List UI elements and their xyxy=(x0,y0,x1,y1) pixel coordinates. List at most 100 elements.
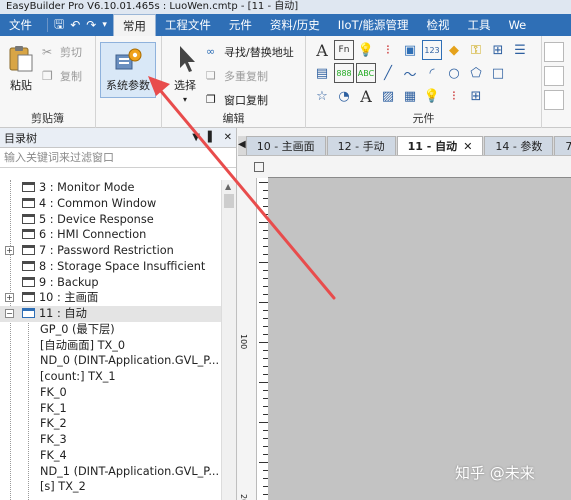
multi-copy-button[interactable]: ❏ 多重复制 xyxy=(206,68,268,84)
signal-icon[interactable]: ⁝ xyxy=(444,86,464,106)
tree-object-item[interactable]: FK_4 xyxy=(0,448,222,464)
list-icon[interactable]: ☰ xyxy=(510,40,530,60)
line-icon[interactable]: ╱ xyxy=(378,63,398,83)
menu-iiot[interactable]: IIoT/能源管理 xyxy=(329,14,418,36)
component-extra-icon-3[interactable] xyxy=(544,90,564,110)
key-icon[interactable]: ⚿ xyxy=(466,40,486,60)
tree-window-item[interactable]: 3 : Monitor Mode xyxy=(0,180,222,196)
arc-icon[interactable]: ◜ xyxy=(422,63,442,83)
find-replace-address-button[interactable]: ∞ 寻找/替换地址 xyxy=(206,44,294,60)
panel-pin-icon[interactable]: ▌ xyxy=(208,132,216,143)
tree-window-item[interactable]: 9 : Backup xyxy=(0,275,222,291)
tree-item-label: 7 : Password Restriction xyxy=(39,244,174,257)
tree-window-item[interactable]: 5 : Device Response xyxy=(0,212,222,228)
numeric-display-icon[interactable]: 888 xyxy=(334,63,354,83)
traffic-light-icon[interactable]: ⁝ xyxy=(378,40,398,60)
tree-object-item[interactable]: FK_0 xyxy=(0,385,222,401)
edit-group: 选择 ▾ ∞ 寻找/替换地址 ❏ 多重复制 ❐ 窗口复制 编辑 xyxy=(162,36,306,128)
expand-icon[interactable]: + xyxy=(5,246,14,255)
tree-window-item[interactable]: +10 : 主画面 xyxy=(0,290,222,306)
menu-objects[interactable]: 元件 xyxy=(220,14,261,36)
undo-icon[interactable]: ↶ xyxy=(70,18,80,32)
toggle-switch-icon[interactable]: ▣ xyxy=(400,40,420,60)
menu-project[interactable]: 工程文件 xyxy=(156,14,220,36)
tree-object-item[interactable]: FK_1 xyxy=(0,401,222,417)
tree-window-item[interactable]: − 11 : 自动 xyxy=(0,306,222,322)
tab-7[interactable]: 7 xyxy=(554,136,571,155)
component-extra-icon-2[interactable] xyxy=(544,66,564,86)
pipe-icon[interactable]: ⊞ xyxy=(488,40,508,60)
tree-item-label: FK_0 xyxy=(40,385,67,399)
tree-object-item[interactable]: ND_0 (DINT-Application.GVL_P... xyxy=(0,353,222,369)
window-title: EasyBuilder Pro V6.10.01.465s : LuoWen.c… xyxy=(0,0,571,14)
tree-object-item[interactable]: FK_3 xyxy=(0,432,222,448)
ruler-label-100: 100 xyxy=(239,334,248,350)
tree-object-item[interactable]: FK_2 xyxy=(0,416,222,432)
select-dropdown-icon[interactable]: ▾ xyxy=(168,95,202,104)
tab-scroll-left-icon[interactable]: ◀ xyxy=(238,136,246,155)
tree-object-item[interactable]: GP_0 (最下层) xyxy=(0,322,222,338)
collapse-icon[interactable]: − xyxy=(5,309,14,318)
save-icon[interactable]: 🖫 xyxy=(54,15,64,36)
circle-icon[interactable]: ○ xyxy=(444,63,464,83)
panel-dropdown-icon[interactable]: ▼ xyxy=(192,132,200,143)
window-icon xyxy=(22,260,35,271)
window-page[interactable] xyxy=(268,178,571,500)
ruler-corner-icon[interactable] xyxy=(254,162,264,172)
text-object-icon[interactable]: A xyxy=(312,40,332,60)
grid-layout-icon[interactable]: ⊞ xyxy=(466,86,486,106)
window-copy-button[interactable]: ❐ 窗口复制 xyxy=(206,92,268,108)
system-parameters-button[interactable]: 系统参数 xyxy=(100,42,156,98)
component-extra-icon[interactable] xyxy=(544,42,564,62)
expand-icon[interactable]: + xyxy=(5,293,14,303)
copy-button[interactable]: ❐ 复制 xyxy=(42,68,82,84)
polygon-icon[interactable]: ⬠ xyxy=(466,63,486,83)
tab-close-icon[interactable]: ✕ xyxy=(463,140,472,153)
tree-object-item[interactable]: ND_1 (DINT-Application.GVL_P... xyxy=(0,464,222,480)
tab-10-main[interactable]: 10 - 主画面 xyxy=(245,136,326,155)
tree-window-item[interactable]: 4 : Common Window xyxy=(0,196,222,212)
menu-common[interactable]: 常用 xyxy=(112,14,156,36)
tree-item-label: 5 : Device Response xyxy=(39,212,154,226)
tree-window-item[interactable]: +7 : Password Restriction xyxy=(0,243,222,259)
ascii-icon[interactable]: ABC xyxy=(356,63,376,83)
scroll-thumb[interactable] xyxy=(224,194,234,208)
redo-icon[interactable]: ↷ xyxy=(86,18,96,32)
menu-web[interactable]: We xyxy=(499,14,535,36)
panel-close-icon[interactable]: ✕ xyxy=(224,132,232,143)
lamp-icon[interactable]: 💡 xyxy=(422,86,442,106)
menu-view[interactable]: 检视 xyxy=(417,14,458,36)
system-group: 系统参数 xyxy=(96,36,162,128)
polyline-icon[interactable]: 〜 xyxy=(400,63,420,83)
menu-file[interactable]: 文件 xyxy=(0,14,41,36)
star-icon[interactable]: ☆ xyxy=(312,86,332,106)
window-filter-input[interactable]: 输入关键词来过滤窗口 xyxy=(0,148,236,168)
tab-12-manual[interactable]: 12 - 手动 xyxy=(326,136,396,155)
tag-icon[interactable]: ◆ xyxy=(444,40,464,60)
tab-14-params[interactable]: 14 - 参数 xyxy=(484,136,554,155)
grid-icon[interactable]: ▦ xyxy=(400,86,420,106)
scroll-up-icon[interactable]: ▲ xyxy=(225,182,231,191)
horizontal-ruler xyxy=(268,156,571,178)
tree-scrollbar[interactable]: ▲ xyxy=(221,180,236,500)
tab-11-auto[interactable]: 11 - 自动 ✕ xyxy=(396,136,484,155)
tree-window-item[interactable]: 6 : HMI Connection xyxy=(0,227,222,243)
menu-tools[interactable]: 工具 xyxy=(458,14,499,36)
menu-data-history[interactable]: 资料/历史 xyxy=(261,14,329,36)
select-button[interactable]: 选择 ▾ xyxy=(168,44,202,104)
bulb-icon[interactable]: 💡 xyxy=(356,40,376,60)
paste-button[interactable]: 粘贴 xyxy=(4,44,38,93)
text-frame-icon[interactable]: Fn xyxy=(334,40,354,60)
pie-icon[interactable]: ◔ xyxy=(334,86,354,106)
tree-object-item[interactable]: [自动画面] TX_0 xyxy=(0,338,222,354)
table-icon[interactable]: ▤ xyxy=(312,63,332,83)
dropdown-icon[interactable]: ▾ xyxy=(102,20,107,30)
picture-icon[interactable]: ▨ xyxy=(378,86,398,106)
numeric-input-icon[interactable]: 123 xyxy=(422,40,442,60)
label-a-icon[interactable]: A xyxy=(356,86,376,106)
tree-object-item[interactable]: [count:] TX_1 xyxy=(0,369,222,385)
rectangle-icon[interactable]: □ xyxy=(488,63,508,83)
tree-window-item[interactable]: 8 : Storage Space Insufficient xyxy=(0,259,222,275)
tree-object-item[interactable]: [s] TX_2 xyxy=(0,479,222,495)
cut-button[interactable]: ✂ 剪切 xyxy=(42,44,82,60)
